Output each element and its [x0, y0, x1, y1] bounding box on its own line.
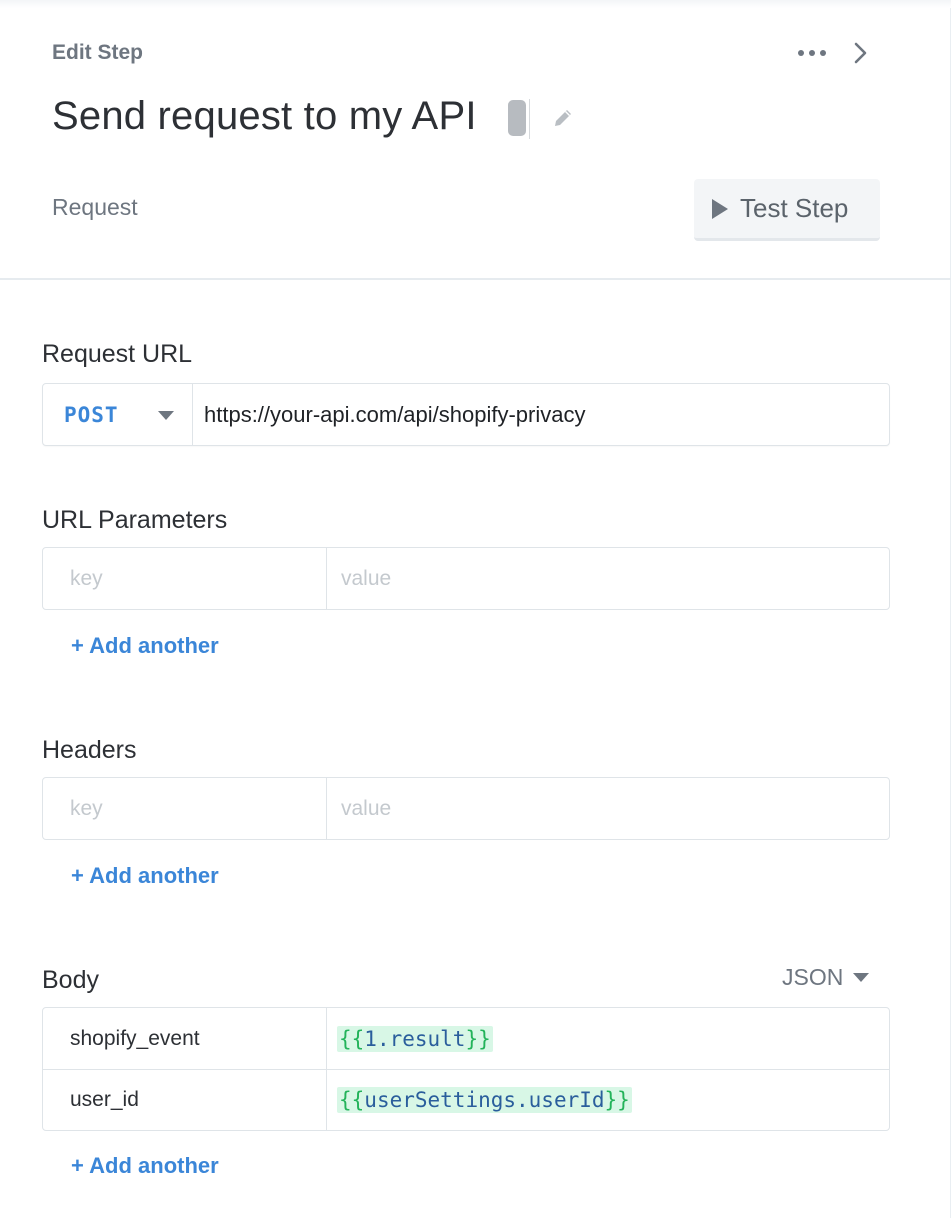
body-table: shopify_event {{1.result}} user_id {{use… [42, 1007, 890, 1131]
edit-step-label: Edit Step [52, 41, 144, 64]
tab-request[interactable]: Request [52, 194, 138, 221]
url-parameters-label: URL Parameters [42, 506, 228, 534]
test-step-label: Test Step [740, 193, 849, 223]
add-url-parameter-link[interactable]: + Add another [71, 633, 219, 659]
body-key-input[interactable]: shopify_event [43, 1008, 327, 1069]
dropdown-caret-icon [853, 973, 870, 982]
body-format-select[interactable]: JSON [782, 964, 870, 991]
text-cursor-block [508, 100, 526, 136]
header-key-input[interactable]: key [43, 778, 327, 839]
body-key-input[interactable]: user_id [43, 1070, 327, 1130]
add-header-link[interactable]: + Add another [71, 863, 219, 889]
top-edge [0, 0, 951, 8]
url-input[interactable]: https://your-api.com/api/shopify-privacy [193, 384, 889, 445]
header-value-input[interactable]: value [327, 778, 889, 839]
test-step-button[interactable]: Test Step [694, 179, 880, 241]
request-url-label: Request URL [42, 340, 193, 368]
chevron-right-icon[interactable] [846, 37, 876, 69]
step-title[interactable]: Send request to my API [52, 94, 477, 139]
play-icon [712, 198, 728, 219]
headers-label: Headers [42, 736, 137, 764]
request-url-row: POST https://your-api.com/api/shopify-pr… [42, 383, 890, 446]
body-value-input[interactable]: {{1.result}} [327, 1008, 889, 1069]
url-parameter-row: key value [42, 547, 890, 610]
body-label: Body [42, 966, 99, 994]
url-param-value-input[interactable]: value [327, 548, 889, 609]
header-row: key value [42, 777, 890, 840]
text-cursor-line [529, 99, 530, 139]
pencil-icon[interactable] [550, 105, 576, 131]
body-row: user_id {{userSettings.userId}} [43, 1069, 889, 1130]
dropdown-caret-icon [158, 411, 174, 420]
body-format-value: JSON [782, 964, 844, 990]
body-value-input[interactable]: {{userSettings.userId}} [327, 1070, 889, 1130]
header-divider [0, 278, 951, 280]
add-body-field-link[interactable]: + Add another [71, 1153, 219, 1179]
method-value: POST [64, 402, 119, 427]
method-select[interactable]: POST [43, 384, 193, 445]
variable-token: {{userSettings.userId}} [337, 1087, 632, 1113]
url-param-key-input[interactable]: key [43, 548, 327, 609]
variable-token: {{1.result}} [337, 1025, 493, 1052]
edit-step-panel: Edit Step Send request to my API Request… [0, 0, 951, 1218]
more-options-icon[interactable] [790, 38, 834, 68]
body-row: shopify_event {{1.result}} [43, 1008, 889, 1069]
